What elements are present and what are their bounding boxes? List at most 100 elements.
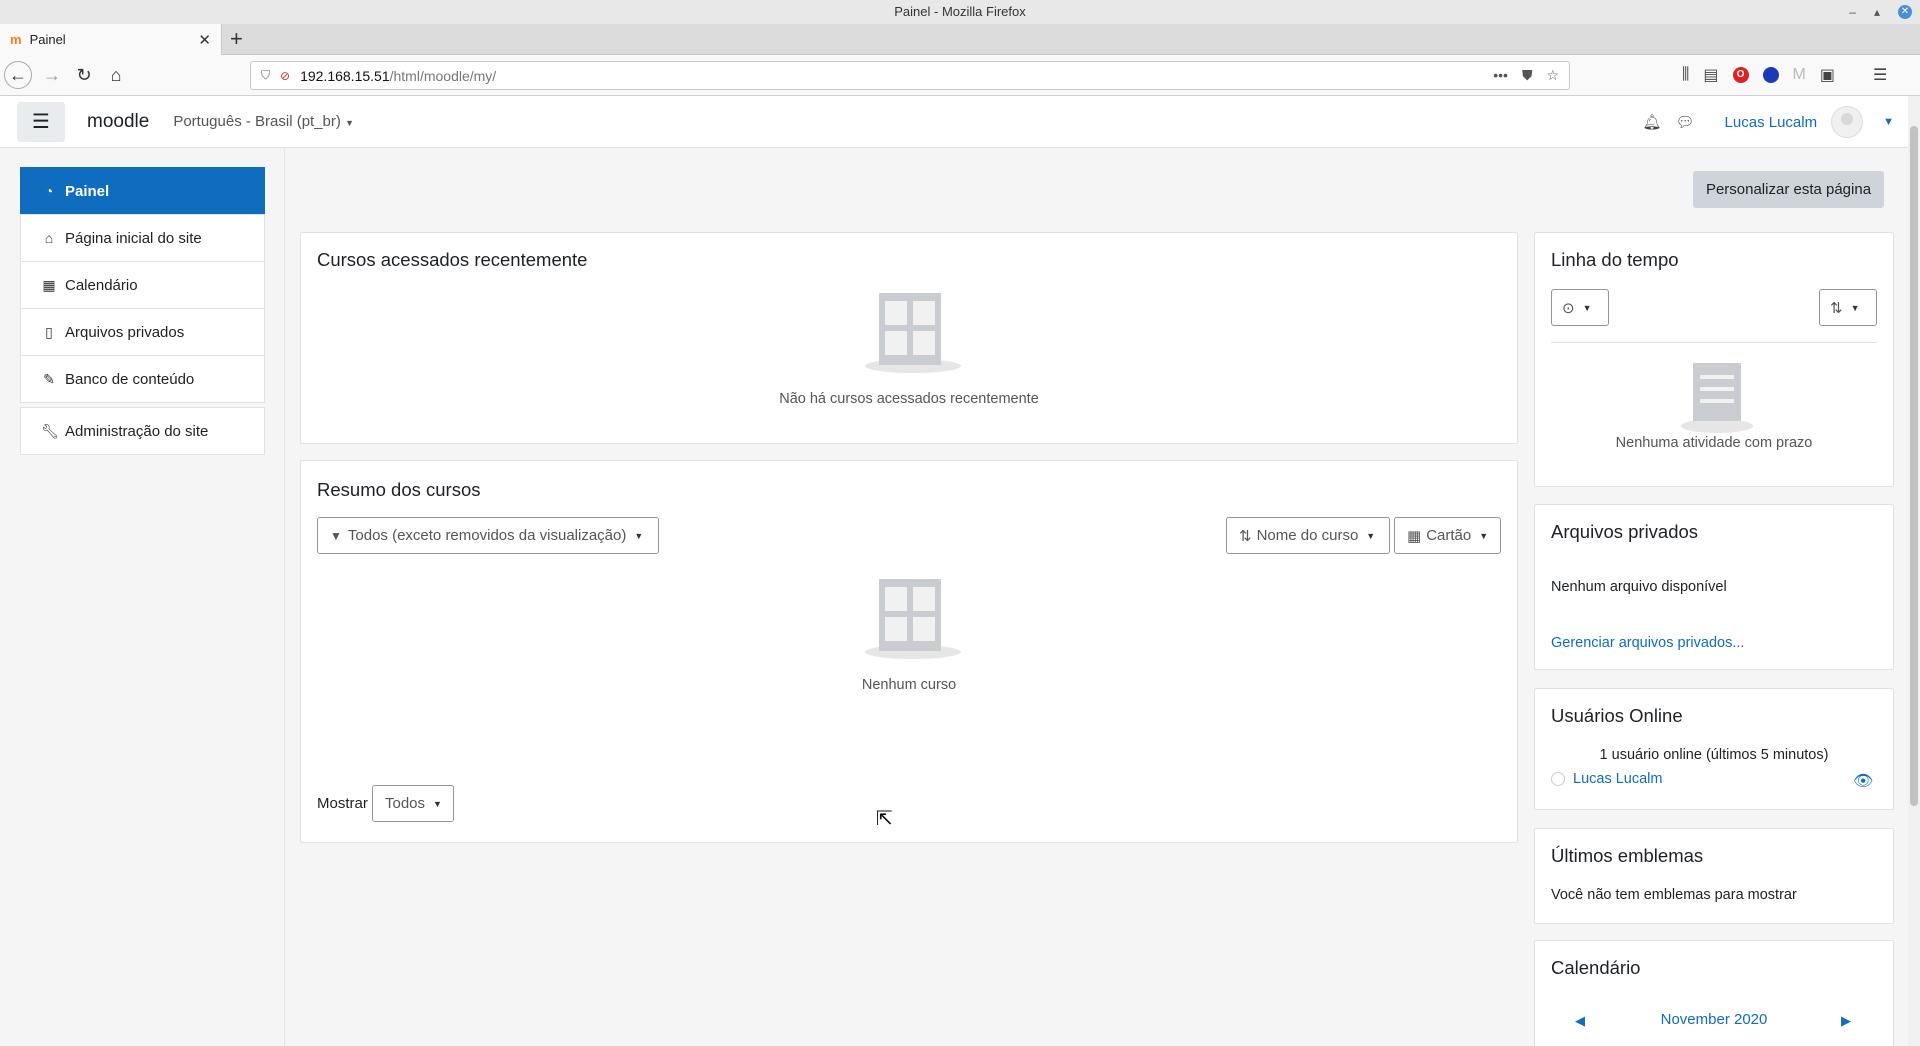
window-controls: – ▴ ✕	[1849, 0, 1912, 24]
user-menu-chevron-icon[interactable]: ▼	[1883, 116, 1894, 128]
selenium-extension-icon[interactable]: ▣	[1820, 65, 1835, 85]
scrollbar-thumb[interactable]	[1910, 126, 1918, 806]
chevron-down-icon: ▼	[1582, 302, 1592, 313]
recent-courses-block: Cursos acessados recentemente Não há cur…	[300, 232, 1518, 444]
user-name[interactable]: Lucas Lucalm	[1725, 114, 1818, 131]
minimize-icon[interactable]: –	[1849, 0, 1856, 24]
private-files-block: Arquivos privados Nenhum arquivo disponí…	[1534, 504, 1894, 670]
manage-private-files-link[interactable]: Gerenciar arquivos privados...	[1551, 635, 1744, 651]
courses-empty-illustration	[861, 579, 961, 659]
browser-tab[interactable]: m Painel ✕	[0, 24, 222, 55]
extension-icon[interactable]	[1762, 67, 1779, 83]
chevron-down-icon: ▼	[1479, 530, 1489, 541]
moodle-header: ☰ moodle Português - Brasil (pt_br) ▼ 🔔︎…	[0, 96, 1908, 148]
nav-item-label: Página inicial do site	[65, 229, 202, 247]
site-brand[interactable]: moodle	[87, 111, 149, 133]
library-icon[interactable]: ⫼	[1682, 66, 1689, 84]
calendar-month: November 2020	[1660, 1011, 1768, 1028]
browser-navbar: ← → ↻ ⌂ ⛉ ⊘ 192.168.15.51/html/moodle/my…	[0, 55, 1920, 96]
online-users-block: Usuários Online 1 usuário online (último…	[1534, 688, 1894, 810]
online-users-title: Usuários Online	[1551, 705, 1683, 726]
shield-icon[interactable]: ⛉	[261, 68, 270, 83]
online-users-summary: 1 usuário online (últimos 5 minutos)	[1599, 747, 1829, 763]
window-titlebar: Painel - Mozilla Firefox – ▴ ✕	[0, 0, 1920, 24]
badges-block: Últimos emblemas Você não tem emblemas p…	[1534, 828, 1894, 924]
online-user-row: Lucas Lucalm	[1551, 771, 1662, 787]
opera-extension-icon[interactable]: O	[1732, 67, 1749, 83]
page-scrollbar[interactable]	[1908, 96, 1920, 1046]
grid-icon: ▦	[1407, 527, 1422, 545]
forward-button[interactable]: →	[38, 61, 66, 89]
sort-icon: ⇅	[1239, 527, 1252, 545]
user-avatar-icon	[1551, 772, 1565, 786]
calendar-title: Calendário	[1551, 957, 1641, 978]
timeline-title: Linha do tempo	[1551, 249, 1679, 270]
chevron-down-icon: ▼	[1850, 302, 1860, 313]
next-month-icon[interactable]: ▶	[1841, 1013, 1851, 1029]
moodle-favicon-icon: m	[10, 32, 22, 47]
nav-item-calendar[interactable]: ▦ Calendário	[20, 261, 265, 309]
pocket-icon[interactable]: ⛊	[1522, 67, 1533, 84]
url-bar[interactable]: ⛉ ⊘ 192.168.15.51/html/moodle/my/ ••• ⛊ …	[250, 61, 1570, 90]
nav-item-label: Banco de conteúdo	[65, 370, 195, 388]
insecure-lock-icon[interactable]: ⊘	[280, 69, 290, 83]
nav-item-label: Painel	[65, 182, 110, 200]
reload-button[interactable]: ↻	[70, 61, 98, 89]
messages-icon[interactable]: 💬︎	[1676, 113, 1695, 131]
dashboard-icon: ◔	[44, 183, 54, 199]
badges-title: Últimos emblemas	[1551, 845, 1704, 866]
back-button[interactable]: ←	[4, 61, 32, 89]
course-overview-block: Resumo dos cursos ▼ Todos (exceto removi…	[300, 460, 1518, 843]
online-user-name[interactable]: Lucas Lucalm	[1573, 771, 1662, 787]
nav-drawer: ◔ Painel ⌂ Página inicial do site ▦ Cale…	[0, 148, 285, 1046]
calendar-icon: ▦	[42, 276, 56, 293]
url-actions: ••• ⛊ ☆	[1493, 67, 1559, 84]
nav-item-content-bank[interactable]: ✎ Banco de conteúdo	[20, 355, 265, 403]
show-paging-dropdown[interactable]: Todos ▼	[372, 785, 454, 822]
nav-item-label: Calendário	[65, 276, 138, 294]
course-sort-dropdown[interactable]: ⇅ Nome do curso ▼	[1226, 517, 1390, 554]
notifications-bell-icon[interactable]: 🔔︎	[1642, 113, 1661, 131]
course-view-dropdown[interactable]: ▦ Cartão ▼	[1394, 517, 1501, 554]
private-files-empty: Nenhum arquivo disponível	[1551, 579, 1727, 595]
header-user-area: 🔔︎ 💬︎ Lucas Lucalm ▼	[1642, 96, 1894, 148]
tab-label: Painel	[29, 32, 66, 47]
nav-list: ◔ Painel ⌂ Página inicial do site ▦ Cale…	[20, 167, 265, 455]
customize-page-button[interactable]: Personalizar esta página	[1693, 171, 1884, 208]
page-actions-icon[interactable]: •••	[1493, 67, 1508, 84]
tab-bar: m Painel ✕ +	[0, 24, 1920, 55]
wrench-icon: 🔧︎	[41, 422, 59, 439]
nav-item-painel[interactable]: ◔ Painel	[20, 167, 265, 215]
nav-item-home[interactable]: ⌂ Página inicial do site	[20, 214, 265, 262]
url-host: 192.168.15.51	[300, 67, 390, 84]
timeline-sort-dropdown[interactable]: ⇅ ▼	[1819, 289, 1877, 326]
menu-icon[interactable]: ☰	[1873, 65, 1887, 85]
maximize-icon[interactable]: ▴	[1874, 0, 1880, 24]
home-button[interactable]: ⌂	[102, 61, 130, 89]
private-files-title: Arquivos privados	[1551, 521, 1699, 542]
timeline-filter-dropdown[interactable]: ⊙ ▼	[1551, 289, 1609, 326]
language-menu[interactable]: Português - Brasil (pt_br) ▼	[173, 113, 354, 130]
url-path: /html/moodle/my/	[389, 67, 497, 84]
sidebar-icon[interactable]: ▤	[1703, 65, 1718, 85]
m-extension-icon[interactable]: M	[1793, 66, 1806, 84]
close-tab-icon[interactable]: ✕	[198, 31, 211, 49]
mouse-cursor-icon: ⇱	[876, 808, 893, 830]
close-window-icon[interactable]: ✕	[1898, 5, 1912, 19]
file-icon: ▯	[45, 323, 53, 340]
bookmark-star-icon[interactable]: ☆	[1546, 67, 1559, 84]
nav-item-site-admin[interactable]: 🔧︎ Administração do site	[20, 407, 265, 455]
calendar-block: Calendário ◀ November 2020 ▶	[1534, 940, 1894, 1046]
timeline-divider	[1551, 342, 1877, 343]
drawer-toggle-button[interactable]: ☰	[17, 101, 65, 142]
show-label: Mostrar	[317, 795, 368, 812]
eye-icon[interactable]: 👁︎	[1853, 771, 1873, 791]
chevron-down-icon: ▼	[433, 798, 442, 809]
course-sort-label: Nome do curso	[1256, 527, 1359, 544]
nav-item-private-files[interactable]: ▯ Arquivos privados	[20, 308, 265, 356]
window-title: Painel - Mozilla Firefox	[894, 4, 1026, 19]
course-filter-dropdown[interactable]: ▼ Todos (exceto removidos da visualizaçã…	[317, 517, 659, 554]
filter-icon: ▼	[330, 528, 342, 543]
new-tab-button[interactable]: +	[230, 26, 243, 52]
avatar[interactable]	[1831, 106, 1864, 138]
